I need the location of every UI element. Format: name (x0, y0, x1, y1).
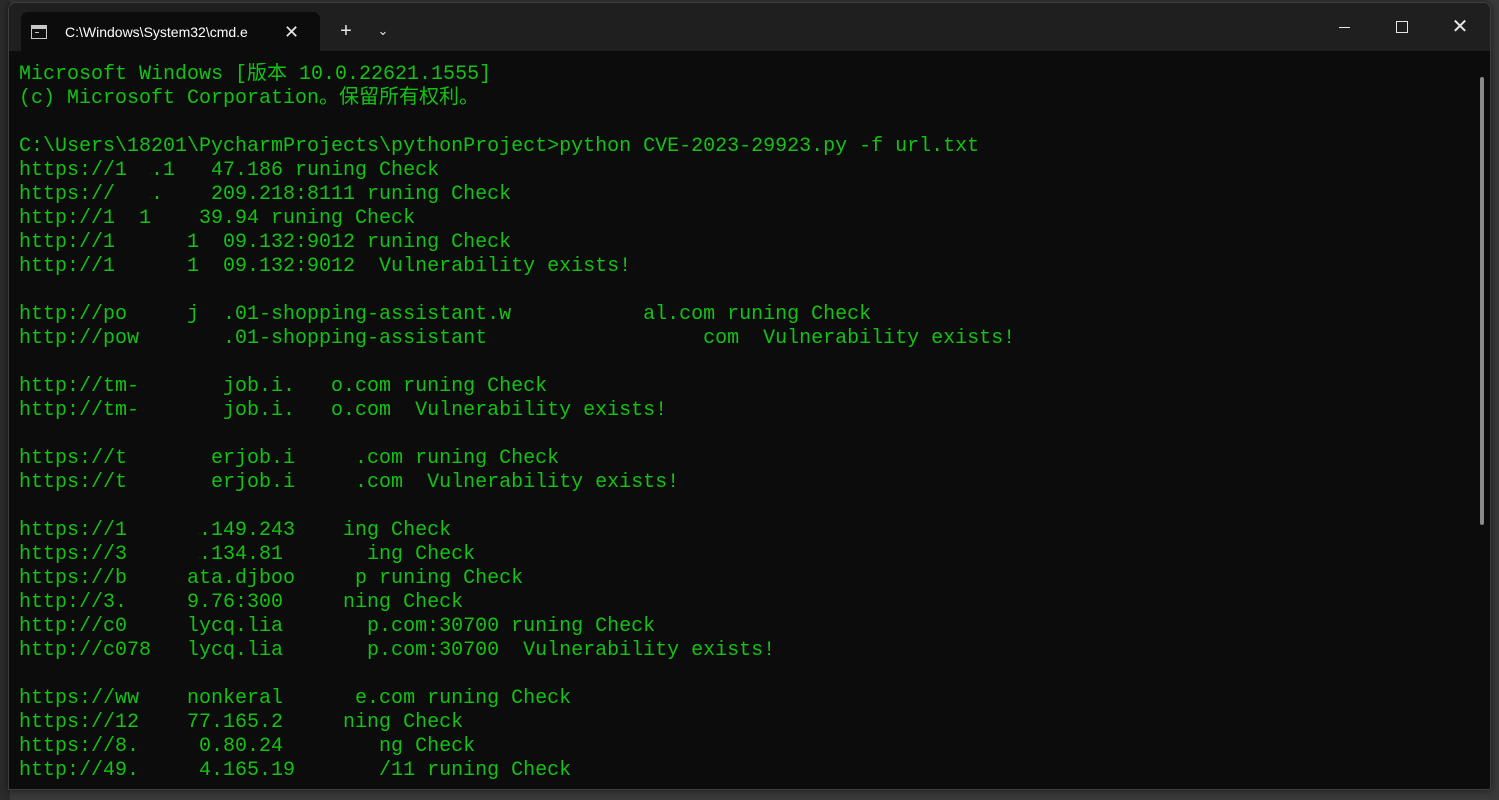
terminal-line: http://pow .01-shopping-assistant com Vu… (19, 327, 1016, 350)
terminal-line: Microsoft Windows [版本 10.0.22621.1555] (19, 63, 492, 86)
terminal-line: https://1 .1 47.186 runing Check (19, 159, 440, 182)
title-bar: C:\Windows\System32\cmd.e ✕ + ⌄ ✕ (9, 3, 1490, 52)
terminal-line: https://8. 0.80.24 ng Check (19, 735, 476, 758)
terminal-line: https://t erjob.i .com Vulnerability exi… (19, 471, 680, 494)
terminal-line: (c) Microsoft Corporation。保留所有权利。 (19, 87, 480, 110)
terminal-line: http://1 1 09.132:9012 Vulnerability exi… (19, 255, 632, 278)
chevron-down-icon[interactable]: ⌄ (369, 19, 397, 43)
minimize-icon (1338, 26, 1350, 28)
terminal-line: http://tm- job.i. o.com runing Check (19, 375, 548, 398)
terminal-line: http://c078 lycq.lia p.com:30700 Vulnera… (19, 639, 776, 662)
terminal-line: https://b ata.djboo p runing Check (19, 567, 524, 590)
terminal-line: http://tm- job.i. o.com Vulnerability ex… (19, 399, 668, 422)
terminal-line: https://12 77.165.2 ning Check (19, 711, 464, 734)
minimize-button[interactable] (1321, 13, 1367, 41)
terminal-window: C:\Windows\System32\cmd.e ✕ + ⌄ ✕ Micros… (8, 2, 1491, 790)
maximize-button[interactable] (1379, 13, 1425, 41)
close-icon: ✕ (1451, 16, 1469, 38)
terminal-line: http://1 1 09.132:9012 runing Check (19, 231, 512, 254)
terminal-line: http://c0 lycq.lia p.com:30700 runing Ch… (19, 615, 656, 638)
terminal-line: http://3. 9.76:300 ning Check (19, 591, 464, 614)
close-button[interactable]: ✕ (1437, 13, 1483, 41)
scrollbar-thumb[interactable] (1480, 77, 1484, 525)
terminal-line: http://po j .01-shopping-assistant.w al.… (19, 303, 872, 326)
terminal-line: https://3 .134.81 ing Check (19, 543, 476, 566)
terminal-icon (31, 25, 47, 39)
terminal-line: http://49. 4.165.19 /11 runing Check (19, 759, 572, 782)
terminal-line: https:// . 209.218:8111 runing Check (19, 183, 512, 206)
terminal-output[interactable]: Microsoft Windows [版本 10.0.22621.1555] (c… (19, 63, 1459, 783)
maximize-icon (1396, 21, 1408, 33)
terminal-line: https://ww nonkeral e.com runing Check (19, 687, 572, 710)
tab-close-icon[interactable]: ✕ (284, 23, 299, 41)
terminal-line: https://1 .149.243 ing Check (19, 519, 452, 542)
terminal-line: http://1 1 39.94 runing Check (19, 207, 416, 230)
new-tab-button[interactable]: + (332, 19, 360, 43)
terminal-line: C:\Users\18201\PycharmProjects\pythonPro… (19, 135, 980, 158)
tab-cmd[interactable]: C:\Windows\System32\cmd.e ✕ (21, 12, 320, 52)
tab-title: C:\Windows\System32\cmd.e (65, 24, 248, 40)
terminal-line: https://t erjob.i .com runing Check (19, 447, 560, 470)
